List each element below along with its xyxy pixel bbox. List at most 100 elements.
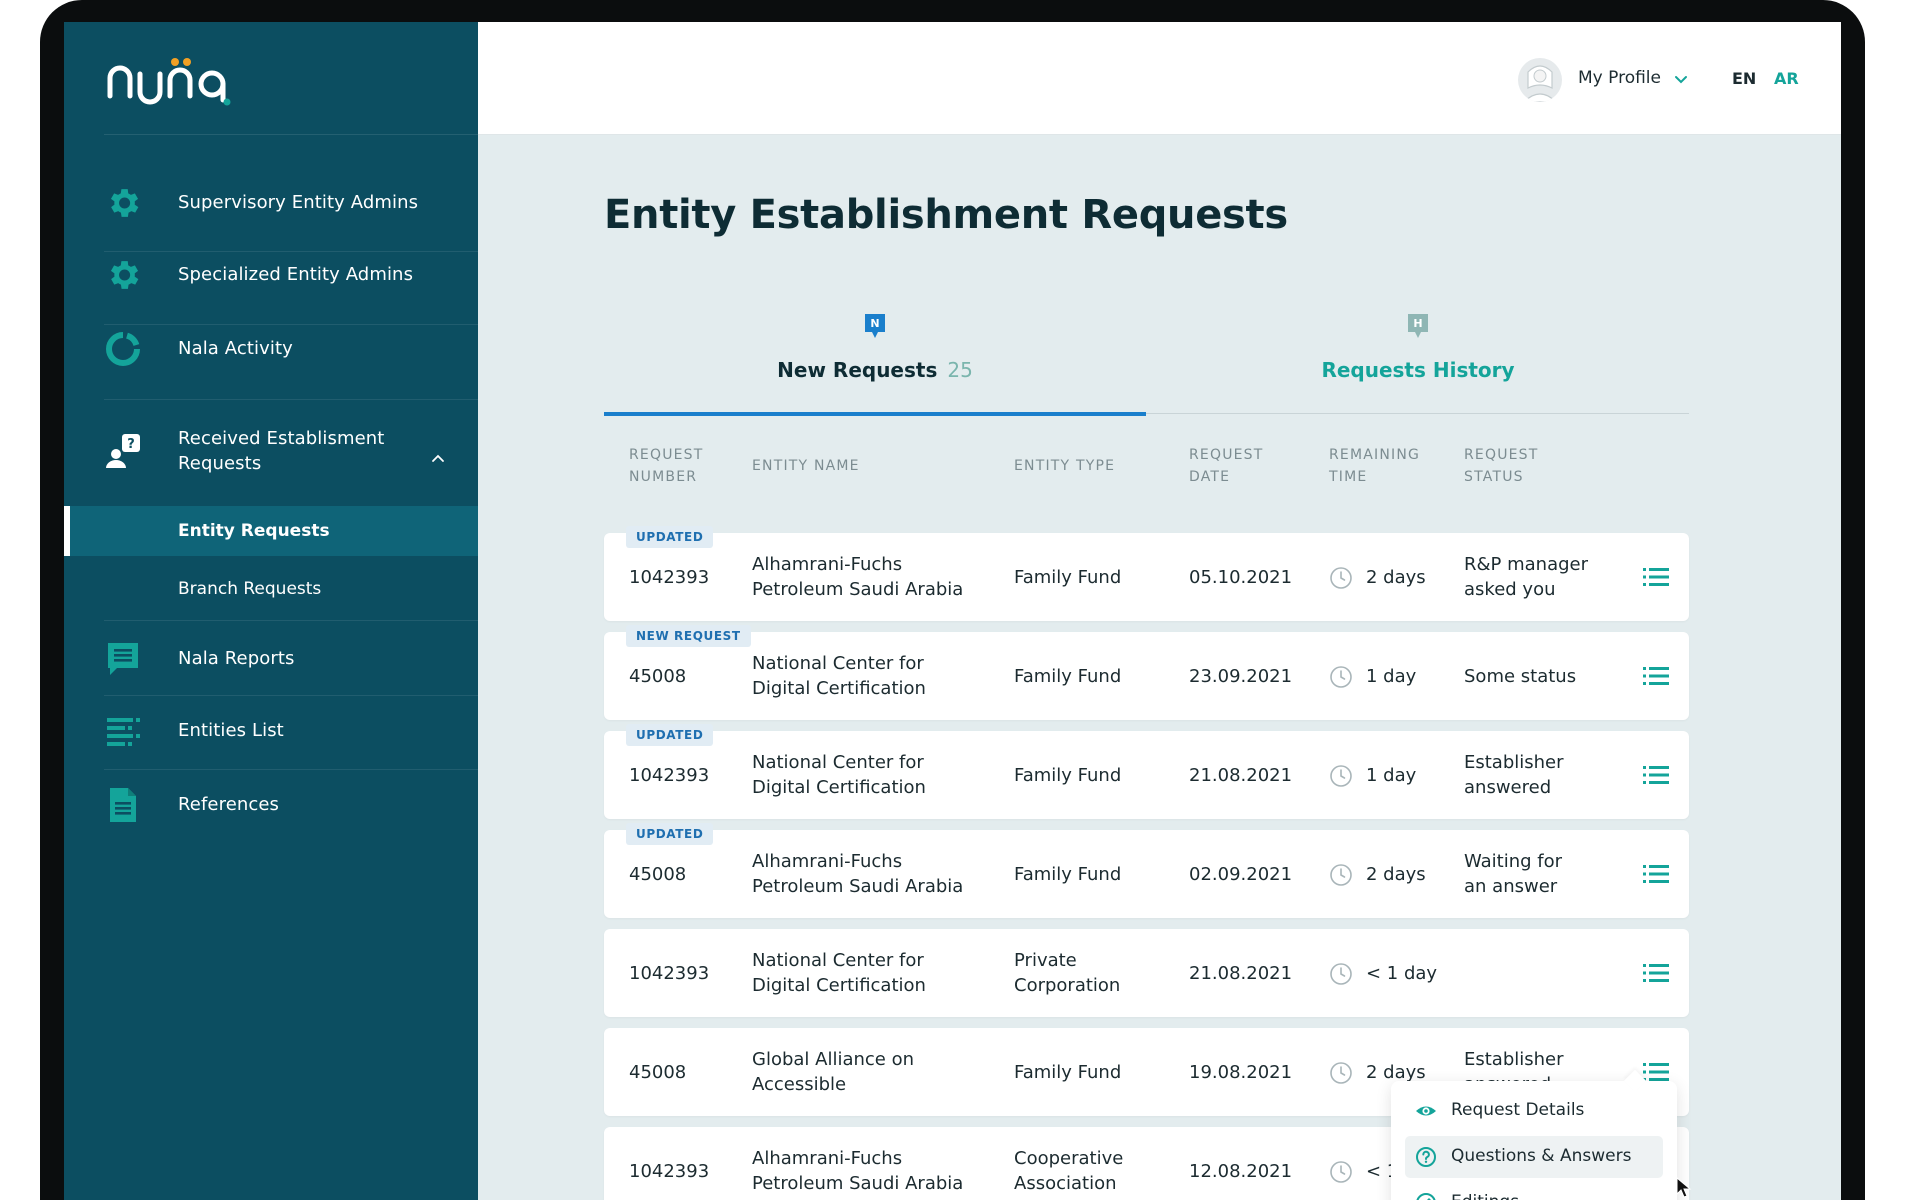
- entity-type: Family Fund: [1014, 763, 1164, 788]
- row-actions-menu: Request Details Questions & Answers Edit…: [1391, 1081, 1677, 1200]
- sidebar-item-nala-reports[interactable]: Nala Reports: [64, 634, 478, 684]
- sidebar-item-received-establishment-requests[interactable]: ? Received Establisment Requests: [64, 414, 478, 490]
- tab-count: 25: [947, 358, 973, 382]
- row-menu-icon[interactable]: [1642, 861, 1670, 887]
- sidebar-separator: [104, 769, 478, 770]
- sidebar-separator: [104, 399, 478, 400]
- sidebar: Supervisory Entity Admins Specialized En…: [64, 22, 478, 1200]
- table-row[interactable]: UPDATED 45008 Alhamrani-Fuchs Petroleum Sau…: [604, 823, 1689, 918]
- tab-requests-history[interactable]: H Requests History: [1147, 288, 1689, 414]
- menu-item-label: Questions & Answers: [1451, 1146, 1632, 1166]
- column-header-line: DATE: [1189, 469, 1231, 485]
- entity-name-line: National Center for: [752, 653, 924, 674]
- sidebar-item-supervisory-entity-admins[interactable]: Supervisory Entity Admins: [64, 178, 478, 228]
- eye-icon: [1416, 1106, 1436, 1116]
- row-menu-icon[interactable]: [1642, 960, 1670, 986]
- sidebar-item-entities-list[interactable]: Entities List: [64, 706, 478, 756]
- entity-type: Family Fund: [1014, 565, 1164, 590]
- column-header-remaining-time[interactable]: REMAINING TIME: [1329, 444, 1420, 488]
- request-date: 19.08.2021: [1189, 1062, 1293, 1083]
- language-en-button[interactable]: EN: [1732, 69, 1756, 88]
- column-header-entity-type[interactable]: ENTITY TYPE: [1014, 455, 1115, 477]
- user-question-icon: ?: [104, 432, 142, 470]
- column-header-line: REQUEST: [1189, 447, 1264, 463]
- entity-name-line: Digital Certification: [752, 975, 926, 996]
- menu-item-label: Editings: [1451, 1192, 1519, 1200]
- tab-label: Requests History: [1321, 358, 1515, 382]
- sidebar-item-label: Supervisory Entity Admins: [178, 192, 419, 213]
- sidebar-separator: [104, 620, 478, 621]
- column-header-line: ENTITY NAME: [752, 458, 860, 474]
- clock-icon: [1329, 566, 1353, 590]
- page-title: Entity Establishment Requests: [604, 192, 1288, 238]
- table-row[interactable]: UPDATED 1042393 Alhamrani-Fuchs Petroleum S…: [604, 526, 1689, 621]
- request-date: 21.08.2021: [1189, 963, 1293, 984]
- menu-item-request-details[interactable]: Request Details: [1405, 1090, 1663, 1132]
- entity-name-line: National Center for: [752, 950, 924, 971]
- clock-icon: [1329, 962, 1353, 986]
- entity-name-line: Petroleum Saudi Arabia: [752, 1173, 964, 1194]
- entity-name: Alhamrani-Fuchs Petroleum Saudi Arabia: [752, 552, 992, 602]
- remaining-time: 2 days: [1366, 864, 1426, 885]
- edit-circle-icon: [1416, 1193, 1436, 1200]
- tab-text: New Requests 25: [604, 358, 1146, 382]
- tab-label: New Requests: [777, 358, 938, 382]
- clock-icon: [1329, 764, 1353, 788]
- clock-icon: [1329, 1160, 1353, 1184]
- menu-item-questions-answers[interactable]: Questions & Answers: [1405, 1136, 1663, 1178]
- row-menu-icon[interactable]: [1642, 663, 1670, 689]
- entity-type: Family Fund: [1014, 1060, 1164, 1085]
- sidebar-item-nala-activity[interactable]: Nala Activity: [64, 324, 478, 374]
- column-header-request-number[interactable]: REQUEST NUMBER: [629, 444, 704, 488]
- request-status-line: Some status: [1464, 666, 1577, 687]
- request-tabs: N New Requests 25 H Requests History: [604, 288, 1689, 416]
- request-number: 1042393: [629, 963, 710, 984]
- request-status-line: Establisher: [1464, 752, 1564, 773]
- column-header-line: ENTITY TYPE: [1014, 458, 1116, 474]
- entity-name: Alhamrani-Fuchs Petroleum Saudi Arabia: [752, 1146, 992, 1196]
- profile-menu[interactable]: My Profile: [1578, 68, 1661, 88]
- avatar[interactable]: [1518, 58, 1562, 102]
- request-number: 45008: [629, 864, 687, 885]
- entity-name: National Center for Digital Certification: [752, 651, 992, 701]
- app-screen: Supervisory Entity Admins Specialized En…: [64, 22, 1841, 1200]
- request-date: 23.09.2021: [1189, 666, 1293, 687]
- remaining-time: 1 day: [1366, 666, 1417, 687]
- request-date: 05.10.2021: [1189, 567, 1293, 588]
- table-row[interactable]: UPDATED 1042393 National Center for Digital…: [604, 724, 1689, 819]
- status-tag: UPDATED: [626, 526, 714, 548]
- language-ar-button[interactable]: AR: [1774, 69, 1799, 88]
- sidebar-subitem-entity-requests[interactable]: Entity Requests: [64, 506, 478, 556]
- entity-name-line: Alhamrani-Fuchs: [752, 554, 903, 575]
- question-circle-icon: [1416, 1147, 1436, 1167]
- chevron-down-icon[interactable]: [1672, 70, 1690, 88]
- menu-item-editings[interactable]: Editings: [1405, 1182, 1663, 1200]
- history-badge-icon: H: [1408, 314, 1428, 338]
- request-status-line: asked you: [1464, 579, 1556, 600]
- request-status-line: an answer: [1464, 876, 1558, 897]
- svg-text:?: ?: [127, 437, 135, 452]
- chevron-up-icon[interactable]: [428, 448, 448, 468]
- row-menu-icon[interactable]: [1642, 564, 1670, 590]
- request-date: 12.08.2021: [1189, 1161, 1293, 1182]
- row-menu-icon[interactable]: [1642, 762, 1670, 788]
- sidebar-item-references[interactable]: References: [64, 780, 478, 830]
- entity-name-line: Petroleum Saudi Arabia: [752, 579, 964, 600]
- column-header-request-status[interactable]: REQUEST STATUS: [1464, 444, 1539, 488]
- entity-type-line: Family Fund: [1014, 864, 1122, 885]
- mouse-cursor-icon: [1676, 1177, 1692, 1198]
- table-row[interactable]: 1042393 National Center for Digital Certif…: [604, 929, 1689, 1017]
- entity-name-line: Digital Certification: [752, 777, 926, 798]
- sidebar-subitem-branch-requests[interactable]: Branch Requests: [64, 564, 478, 614]
- column-header-line: STATUS: [1464, 469, 1524, 485]
- tab-new-requests[interactable]: N New Requests 25: [604, 288, 1146, 416]
- sidebar-item-specialized-entity-admins[interactable]: Specialized Entity Admins: [64, 250, 478, 300]
- column-header-entity-name[interactable]: ENTITY NAME: [752, 455, 860, 477]
- request-status-line: Establisher: [1464, 1049, 1564, 1070]
- sidebar-item-label: Entities List: [178, 720, 284, 741]
- request-number: 45008: [629, 1062, 687, 1083]
- column-header-line: NUMBER: [629, 469, 698, 485]
- column-header-request-date[interactable]: REQUEST DATE: [1189, 444, 1264, 488]
- table-row[interactable]: NEW REQUEST 45008 National Center for Digit…: [604, 625, 1689, 720]
- entity-type: Private Corporation: [1014, 948, 1164, 998]
